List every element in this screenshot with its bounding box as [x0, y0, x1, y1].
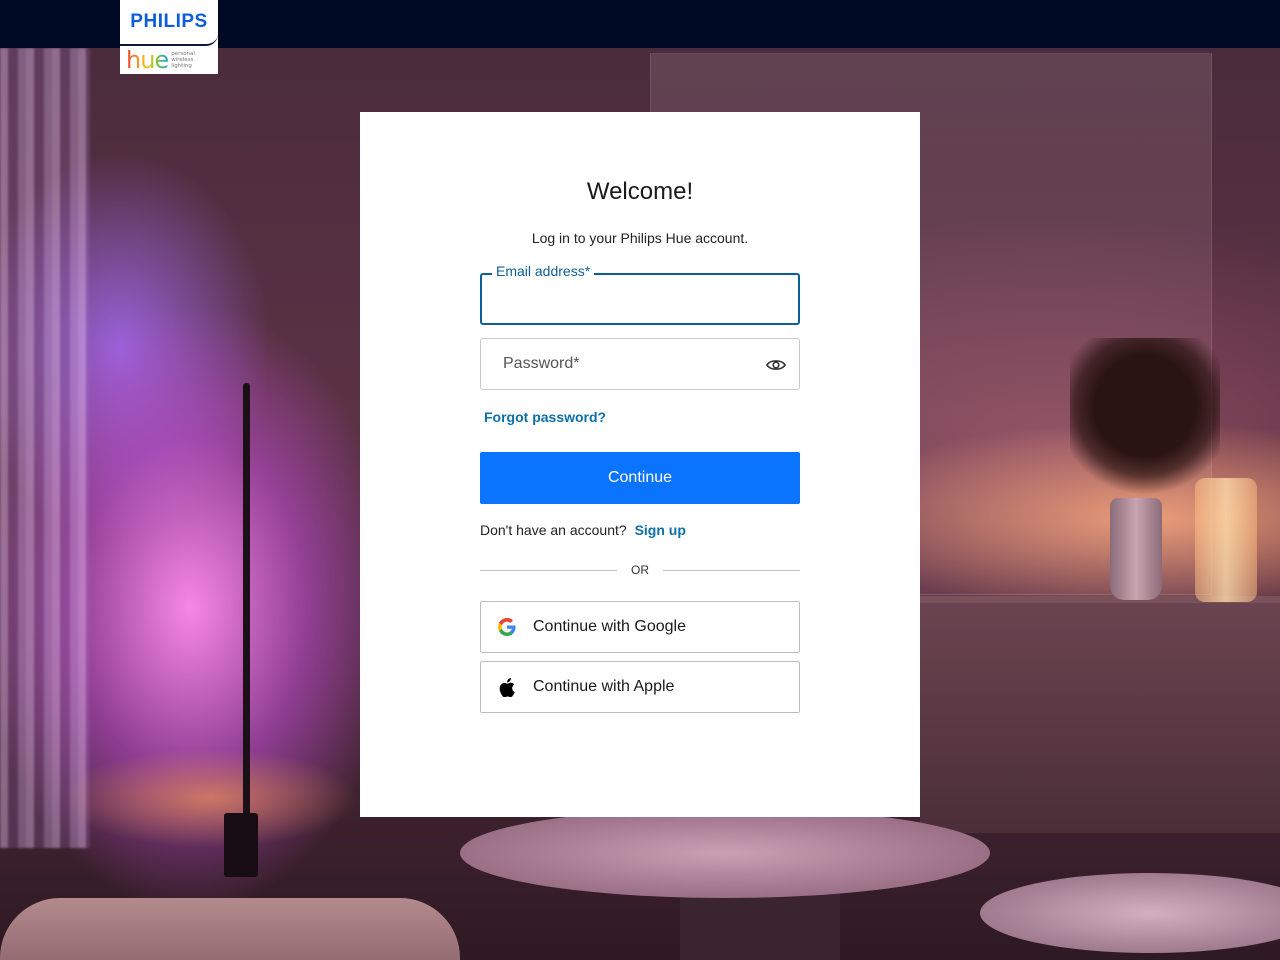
- philips-hue-logo[interactable]: PHILIPS hue personal wireless lighting: [120, 0, 218, 74]
- round-table: [460, 808, 990, 898]
- continue-with-google-button[interactable]: Continue with Google: [480, 601, 800, 653]
- glass-lamp: [1195, 478, 1257, 602]
- google-button-label: Continue with Google: [533, 618, 686, 635]
- apple-button-label: Continue with Apple: [533, 678, 675, 695]
- continue-with-apple-button[interactable]: Continue with Apple: [480, 661, 800, 713]
- forgot-password-link[interactable]: Forgot password?: [484, 409, 606, 425]
- product-name: hue: [126, 46, 169, 74]
- email-field[interactable]: Email address*: [480, 263, 800, 325]
- or-text: OR: [631, 563, 649, 577]
- apple-icon: [497, 677, 517, 697]
- logo-brand-area: PHILIPS: [120, 0, 218, 46]
- no-account-text: Don't have an account?: [480, 522, 627, 538]
- eye-icon[interactable]: [765, 355, 787, 375]
- signup-row: Don't have an account? Sign up: [480, 522, 686, 538]
- or-divider: OR: [480, 563, 800, 577]
- google-icon: [497, 617, 517, 637]
- continue-button[interactable]: Continue: [480, 452, 800, 504]
- brand-name: PHILIPS: [130, 11, 208, 32]
- vase: [1110, 498, 1162, 600]
- login-subtitle: Log in to your Philips Hue account.: [531, 230, 749, 246]
- floor-glow: [60, 748, 360, 848]
- logo-product-area: hue personal wireless lighting: [126, 48, 216, 72]
- sideboard: [920, 603, 1280, 833]
- page-title: Welcome!: [586, 178, 694, 205]
- floor-lamp: [243, 383, 250, 823]
- product-tagline: personal wireless lighting: [171, 51, 195, 69]
- login-card: Welcome! Log in to your Philips Hue acco…: [360, 112, 920, 817]
- password-input[interactable]: [481, 339, 799, 389]
- tagline-line: lighting: [171, 63, 192, 69]
- divider-line: [663, 569, 800, 571]
- curtain: [0, 48, 90, 848]
- floor-lamp-base: [224, 813, 258, 877]
- side-table: [980, 873, 1280, 953]
- password-field[interactable]: [480, 338, 800, 390]
- divider-line: [480, 569, 617, 571]
- sign-up-link[interactable]: Sign up: [635, 522, 686, 538]
- email-input[interactable]: [482, 275, 798, 323]
- armchair: [0, 898, 460, 960]
